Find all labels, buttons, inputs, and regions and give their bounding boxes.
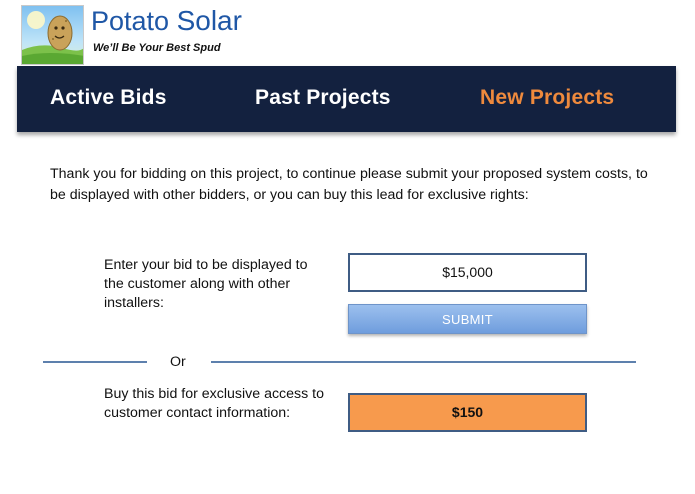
intro-text: Thank you for bidding on this project, t… (50, 166, 648, 203)
brand-name-second: Solar (176, 5, 242, 36)
bid-label: Enter your bid to be displayed to the cu… (104, 257, 308, 311)
nav-new-projects[interactable]: New Projects (480, 86, 614, 110)
buy-lead-button[interactable]: $150 (348, 393, 587, 432)
brand-name: Potato Solar (91, 5, 242, 37)
nav-active-bids[interactable]: Active Bids (50, 86, 167, 110)
divider-left (43, 361, 147, 363)
or-separator: Or (170, 354, 186, 370)
brand-tagline: We’ll Be Your Best Spud (93, 42, 221, 54)
submit-button[interactable]: SUBMIT (348, 304, 587, 334)
potato-logo (21, 5, 84, 65)
divider-right (211, 361, 636, 363)
nav-past-projects[interactable]: Past Projects (255, 86, 391, 110)
main-navbar: Active Bids Past Projects New Projects (17, 66, 676, 132)
buy-label: Buy this bid for exclusive access to cus… (104, 386, 325, 421)
potato-mascot-icon (22, 6, 83, 64)
bid-amount-input[interactable]: $15,000 (348, 253, 587, 292)
brand-name-first: Potato (91, 6, 170, 36)
